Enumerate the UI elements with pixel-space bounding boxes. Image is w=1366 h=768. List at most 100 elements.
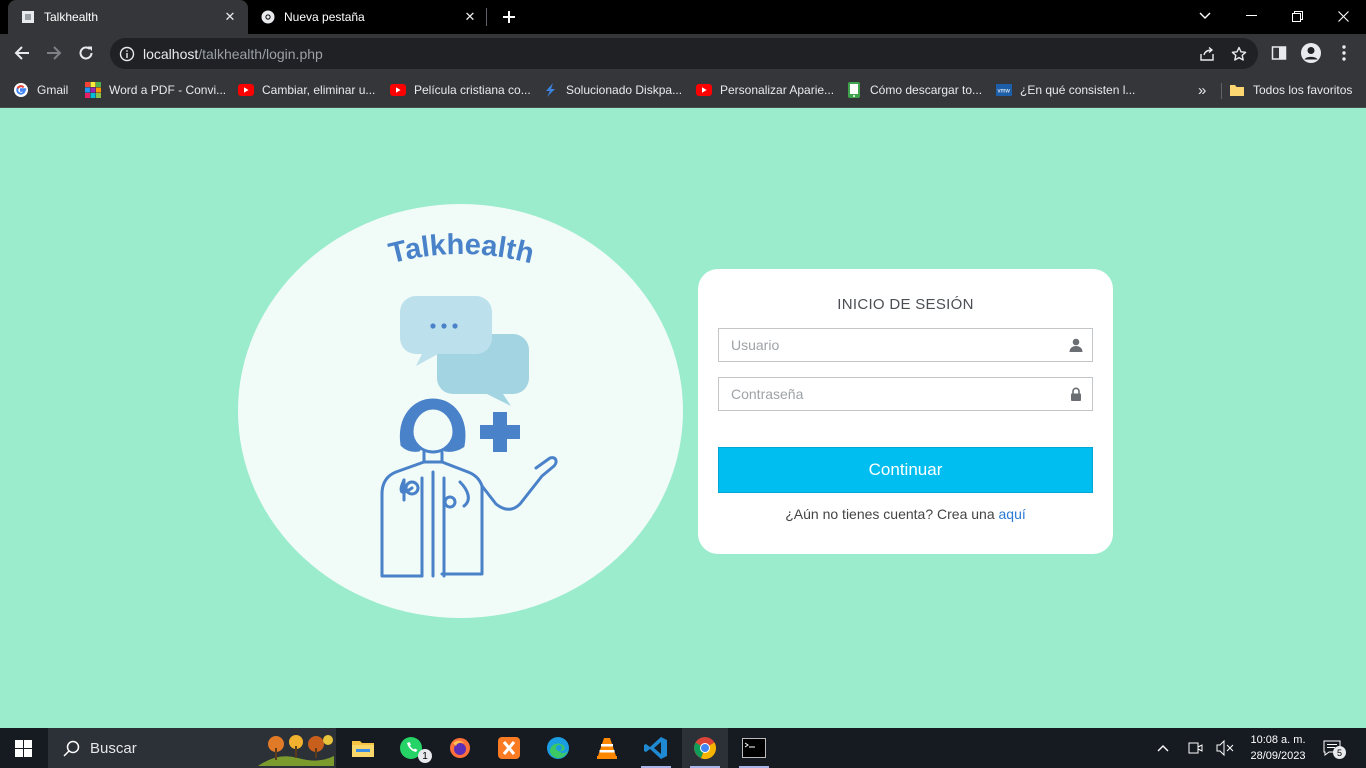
login-title: INICIO DE SESIÓN (837, 296, 974, 313)
clock-time: 10:08 a. m. (1250, 734, 1306, 746)
bookmarks-separator (1221, 83, 1222, 99)
bookmarks-bar: Gmail Word a PDF - Convi... Cambiar, eli… (0, 73, 1366, 108)
edge-icon[interactable] (535, 728, 581, 768)
medical-cross-icon (480, 412, 520, 452)
whatsapp-icon[interactable]: 1 (388, 728, 434, 768)
bookmarks-overflow-button[interactable]: » (1198, 81, 1206, 99)
tab-talkhealth[interactable]: Talkhealth ✕ (8, 0, 248, 34)
notifications-icon[interactable]: 5 (1322, 738, 1346, 759)
side-panel-icon[interactable] (1268, 42, 1290, 64)
minimize-icon[interactable] (1228, 0, 1274, 32)
tab-title: Nueva pestaña (284, 10, 365, 24)
bookmark-label: Película cristiana co... (414, 83, 531, 97)
system-clock[interactable]: 10:08 a. m. 28/09/2023 (1244, 732, 1312, 764)
address-bar[interactable]: localhost/talkhealth/login.php (110, 38, 1258, 69)
bookmark-como-descargar[interactable]: Cómo descargar to... (846, 81, 982, 99)
youtube-icon (238, 82, 254, 98)
signup-link[interactable]: aquí (999, 506, 1026, 522)
site-info-icon[interactable] (119, 46, 135, 62)
diskpart-icon (542, 82, 558, 98)
tab-title: Talkhealth (44, 10, 99, 24)
vlc-icon[interactable] (584, 728, 630, 768)
bookmark-solucionado-diskpart[interactable]: Solucionado Diskpa... (542, 81, 682, 99)
phone-icon (846, 82, 862, 98)
chat-bubbles-icon (400, 296, 529, 406)
reload-icon[interactable] (71, 38, 101, 68)
page-favicon-icon (20, 9, 36, 25)
url-path: /talkhealth/login.php (198, 45, 323, 62)
url-host: localhost (143, 45, 199, 62)
close-tab-icon[interactable]: ✕ (462, 9, 478, 25)
profile-avatar-icon[interactable] (1300, 42, 1322, 64)
youtube-icon (390, 82, 406, 98)
doctor-chat-illustration: Talkhealth (380, 229, 558, 578)
menu-kebab-icon[interactable] (1333, 42, 1355, 64)
username-input[interactable] (719, 329, 1059, 361)
volume-muted-icon[interactable] (1215, 738, 1235, 758)
search-icon (62, 739, 80, 757)
xampp-icon[interactable] (486, 728, 532, 768)
browser-tabstrip: Talkhealth ✕ Nueva pestaña ✕ (0, 0, 1366, 34)
password-input[interactable] (719, 378, 1059, 410)
tray-chevron-icon[interactable] (1153, 738, 1173, 758)
bookmark-label: Todos los favoritos (1253, 83, 1353, 97)
logo-text-path: Talkhealth (386, 229, 537, 270)
tab-nueva-pestana[interactable]: Nueva pestaña ✕ (248, 0, 488, 34)
url-text: localhost/talkhealth/login.php (143, 46, 323, 62)
search-highlight-autumn-icon (258, 735, 334, 766)
signup-prompt: ¿Aún no tienes cuenta? Crea una aquí (698, 506, 1113, 522)
folder-icon (1229, 82, 1245, 98)
bookmark-star-icon[interactable] (1230, 45, 1248, 63)
continue-button[interactable]: Continuar (718, 447, 1093, 493)
hero-illustration: Talkhealth (238, 204, 683, 618)
signup-text: ¿Aún no tienes cuenta? Crea una (785, 506, 999, 522)
bookmark-cambiar-eliminar[interactable]: Cambiar, eliminar u... (238, 81, 375, 99)
bookmark-word-a-pdf[interactable]: Word a PDF - Convi... (85, 81, 226, 99)
new-tab-button[interactable] (497, 5, 521, 29)
login-card: INICIO DE SESIÓN Continuar ¿Aún no tiene… (698, 269, 1113, 554)
meet-now-icon[interactable] (1185, 738, 1205, 758)
bookmark-pelicula-cristiana[interactable]: Película cristiana co... (390, 81, 531, 99)
close-tab-icon[interactable]: ✕ (222, 9, 238, 25)
tab-search-icon[interactable] (1182, 0, 1228, 32)
bookmark-personalizar-apariencia[interactable]: Personalizar Aparie... (696, 81, 834, 99)
bookmark-label: Cambiar, eliminar u... (262, 83, 376, 97)
restore-icon[interactable] (1274, 0, 1320, 32)
bookmark-label: ¿En qué consisten l... (1020, 83, 1136, 97)
doctor-icon (380, 398, 558, 578)
browser-toolbar: localhost/talkhealth/login.php (0, 34, 1366, 73)
user-icon (1069, 338, 1083, 352)
close-window-icon[interactable] (1320, 0, 1366, 32)
bookmark-label: Cómo descargar to... (870, 83, 983, 97)
search-label: Buscar (90, 739, 137, 757)
login-page: Talkhealth INICIO DE SESIÓN Usuario Cont… (0, 108, 1366, 728)
file-explorer-icon[interactable] (340, 728, 386, 768)
vmware-icon: vmw (996, 82, 1012, 98)
share-icon[interactable] (1198, 45, 1216, 63)
tab-separator (486, 8, 487, 26)
bookmark-label: Solucionado Diskpa... (566, 83, 683, 97)
bookmark-gmail[interactable]: Gmail (13, 81, 68, 99)
bookmark-label: Gmail (37, 83, 69, 97)
whatsapp-badge: 1 (418, 749, 432, 763)
bookmark-label: Personalizar Aparie... (720, 83, 835, 97)
svg-text:vmw: vmw (998, 89, 1011, 95)
lock-icon (1071, 387, 1081, 401)
chrome-icon (260, 9, 276, 25)
chrome-taskbar-icon[interactable] (682, 728, 728, 768)
clock-date: 28/09/2023 (1250, 750, 1306, 762)
google-icon (13, 82, 29, 98)
logo-text: Talkhealth (386, 229, 537, 270)
firefox-icon[interactable] (437, 728, 483, 768)
taskbar-search[interactable]: Buscar (48, 728, 336, 768)
back-icon[interactable] (7, 38, 37, 68)
overflow-icon: » (1198, 81, 1207, 99)
all-bookmarks-folder[interactable]: Todos los favoritos (1229, 81, 1352, 99)
ilovepdf-icon (85, 82, 101, 98)
windows-start-icon[interactable] (0, 728, 46, 768)
terminal-icon[interactable] (731, 728, 777, 768)
forward-icon[interactable] (39, 38, 69, 68)
bookmark-en-que-consisten[interactable]: vmw ¿En qué consisten l... (996, 81, 1135, 99)
vscode-icon[interactable] (633, 728, 679, 768)
password-field (718, 377, 1093, 411)
